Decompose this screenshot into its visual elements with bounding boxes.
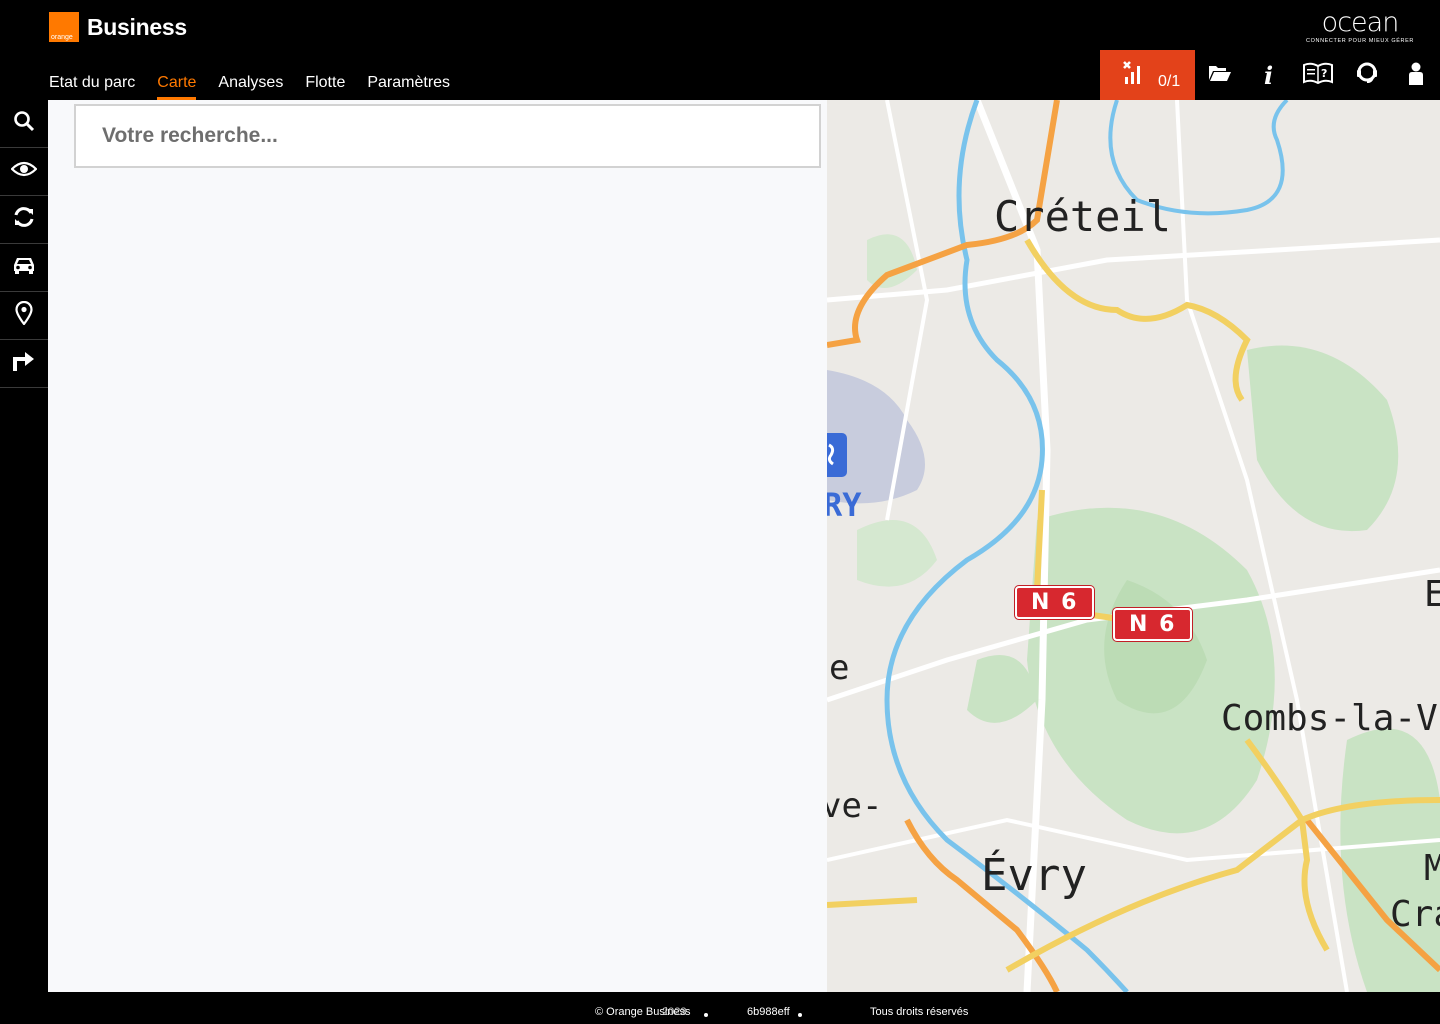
road-shield-n6: N 6 [1015,586,1095,619]
info-button[interactable]: i [1244,50,1293,100]
support-headset-icon [1355,61,1379,90]
map-label-combs-la-ville: Combs-la-Vi [1221,698,1440,739]
connectivity-alert-button[interactable]: 0/1 [1100,50,1195,100]
sidebar-vehicles-button[interactable] [0,244,48,292]
toolbar: 0/1 i ? [1100,50,1440,100]
app-frame: orange Business ocean CONNECTER POUR MIE… [0,0,1440,1024]
map-label-cra: Cra [1390,894,1440,935]
folder-open-button[interactable] [1195,50,1244,100]
route-arrow-icon [12,350,36,377]
map-label-m: M [1424,848,1440,889]
user-icon [1407,61,1425,90]
map-label-e: E [1424,574,1440,615]
left-sidebar [0,100,62,992]
map-label-creteil: Créteil [994,192,1172,241]
ocean-logo: ocean CONNECTER POUR MIEUX GÉRER [1304,7,1416,46]
alert-count: 0/1 [1158,73,1181,90]
brand-name: Business [87,13,187,40]
car-icon [12,255,36,280]
nav-etat-du-parc[interactable]: Etat du parc [49,74,135,98]
location-pin-icon [15,300,33,330]
search-box[interactable] [74,104,821,168]
nav-flotte[interactable]: Flotte [305,74,345,98]
help-book-icon: ? [1302,62,1333,89]
map-label-e-fragment: e [829,648,850,688]
sidebar-view-button[interactable] [0,148,48,196]
search-icon [13,110,35,137]
header: orange Business ocean CONNECTER POUR MIE… [0,0,1440,100]
user-button[interactable] [1391,50,1440,100]
nav-parametres[interactable]: Paramètres [367,74,450,98]
brand[interactable]: orange Business [49,12,187,42]
support-button[interactable] [1342,50,1391,100]
ocean-logo-tagline: CONNECTER POUR MIEUX GÉRER [1306,38,1414,44]
info-icon: i [1263,60,1274,90]
map-label-ve-fragment: ve- [827,786,883,826]
signal-off-icon [1122,60,1144,91]
search-input[interactable] [102,124,819,148]
footer-dot [796,1006,802,1018]
sidebar-route-button[interactable] [0,340,48,388]
orange-logo: orange [49,12,79,42]
footer-year: 2023 [662,1006,687,1018]
main-nav: Etat du parc Carte Analyses Flotte Param… [49,74,450,100]
map-label-evry: Évry [981,850,1087,901]
refresh-icon [12,205,36,234]
map-view[interactable]: Créteil Évry Combs-la-Vi E M Cra RY e ve… [827,100,1440,992]
sidebar-search-button[interactable] [0,100,62,148]
road-shield-n6: N 6 [1113,608,1193,641]
nav-analyses[interactable]: Analyses [218,74,283,98]
search-panel [48,100,827,992]
footer-rights: Tous droits réservés [870,1006,969,1018]
svg-text:?: ? [1321,67,1327,80]
footer-dot [702,1006,708,1018]
orange-logo-text: orange [51,34,73,41]
eye-icon [10,160,38,183]
folder-open-icon [1208,63,1232,88]
footer: © Orange Business 2023 6b988eff Tous dro… [0,992,1440,1024]
sidebar-location-button[interactable] [0,292,48,340]
ocean-logo-word: ocean [1321,7,1400,38]
sidebar-refresh-button[interactable] [0,196,48,244]
help-button[interactable]: ? [1293,50,1342,100]
footer-build: 6b988eff [747,1006,790,1018]
map-label-ry: RY [827,486,862,524]
nav-carte[interactable]: Carte [157,74,197,100]
